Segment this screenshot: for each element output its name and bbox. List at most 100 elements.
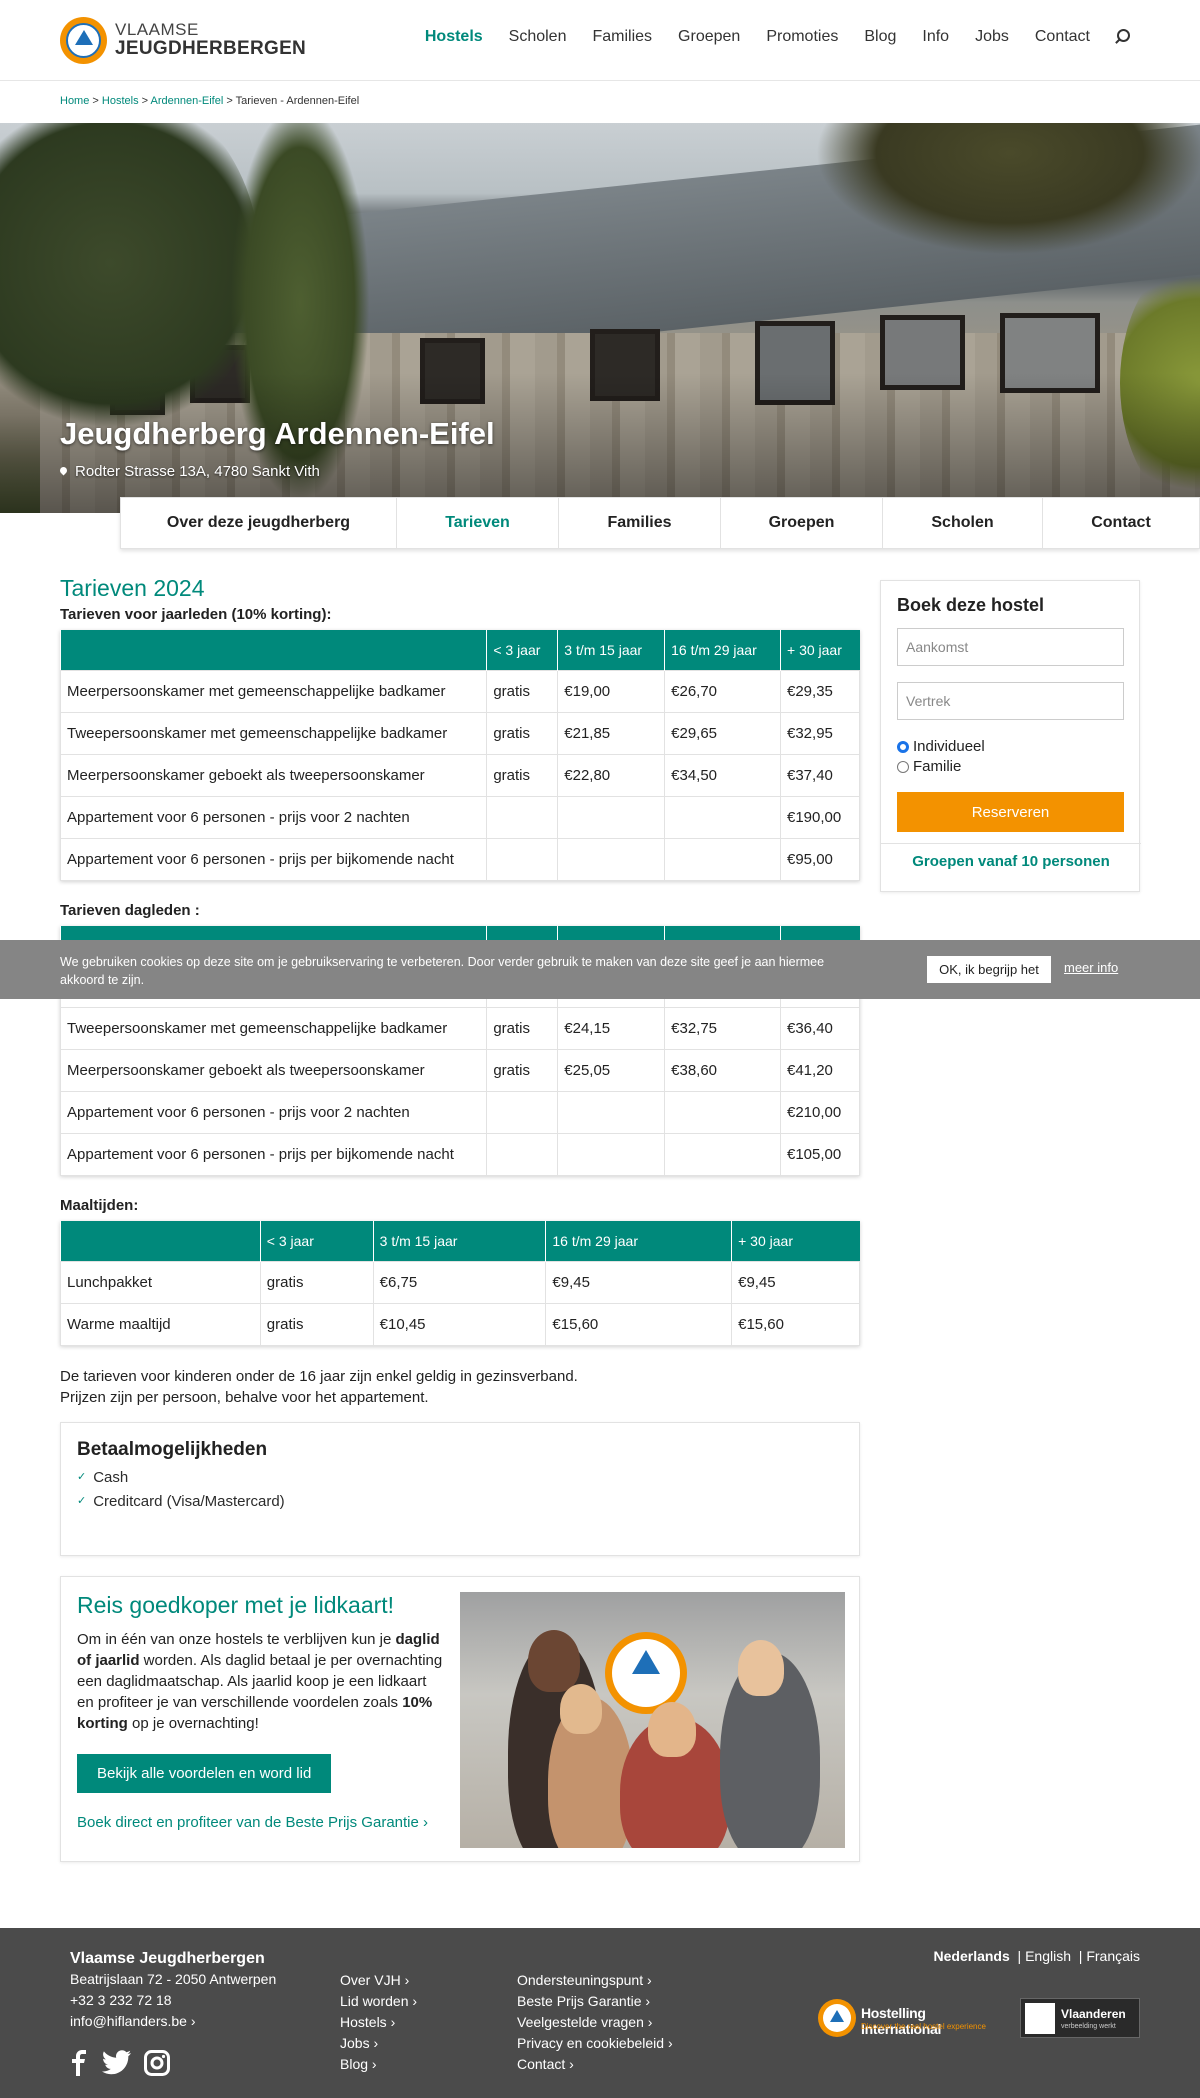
table-cell: €190,00	[780, 795, 860, 839]
table-cell: Appartement voor 6 personen - prijs voor…	[59, 795, 488, 839]
cookie-accept-button[interactable]: OK, ik begrijp het	[927, 956, 1051, 983]
table-cell: €21,85	[557, 711, 666, 755]
table-cell	[486, 837, 559, 881]
table-cell	[486, 795, 559, 839]
vlaanderen-logo[interactable]: Vlaanderen verbeelding werkt	[1020, 1998, 1140, 2038]
breadcrumb-home[interactable]: Home	[60, 95, 89, 107]
footer-email[interactable]: info@hiflanders.be ›	[70, 2011, 276, 2032]
breadcrumb-current: Tarieven - Ardennen-Eifel	[235, 95, 360, 107]
table-cell: €37,40	[780, 753, 860, 797]
tab-contact[interactable]: Contact	[1043, 498, 1199, 548]
breadcrumb: Home > Hostels > Ardennen-Eifel > Tariev…	[60, 95, 360, 107]
day-rate-row: Tweepersoonskamer met gemeenschappelijke…	[59, 1007, 860, 1050]
main-nav: Hostels Scholen Families Groepen Promoti…	[399, 28, 1130, 46]
footer-phone[interactable]: +32 3 232 72 18	[70, 1990, 276, 2011]
reserve-button[interactable]: Reserveren	[897, 792, 1124, 832]
breadcrumb-ardennen[interactable]: Ardennen-Eifel	[151, 95, 224, 107]
members-rates-table: < 3 jaar 3 t/m 15 jaar 16 t/m 29 jaar + …	[59, 630, 860, 881]
day-rates-title: Tarieven dagleden :	[60, 901, 200, 919]
nav-scholen[interactable]: Scholen	[509, 28, 567, 46]
lang-fr[interactable]: Français	[1086, 1948, 1140, 1964]
meal-row: Lunchpakket gratis €6,75 €9,45 €9,45	[60, 1260, 860, 1304]
table-cell: gratis	[486, 711, 559, 755]
table-cell: €29,35	[780, 669, 860, 713]
nav-contact[interactable]: Contact	[1035, 28, 1090, 46]
table-cell	[557, 795, 666, 839]
nav-hostels[interactable]: Hostels	[425, 28, 483, 46]
nav-families[interactable]: Families	[592, 28, 652, 46]
instagram-icon[interactable]	[144, 2050, 170, 2076]
hi-logo-icon	[830, 2010, 844, 2022]
footer-links-col2: Over VJH Lid worden Hostels Jobs Blog	[340, 1970, 417, 2075]
table-cell: €38,60	[664, 1049, 781, 1092]
lion-icon	[1025, 2003, 1055, 2034]
meal-row: Warme maaltijd gratis €10,45 €15,60 €15,60	[60, 1302, 860, 1346]
table-cell: Appartement voor 6 personen - prijs per …	[59, 837, 488, 881]
best-price-link[interactable]: Boek direct en profiteer van de Beste Pr…	[77, 1814, 447, 1831]
logo-triangle-icon	[75, 30, 93, 45]
nav-blog[interactable]: Blog	[864, 28, 896, 46]
table-cell: gratis	[259, 1260, 374, 1304]
tab-groepen[interactable]: Groepen	[721, 498, 883, 548]
groups-link[interactable]: Groepen vanaf 10 personen	[881, 853, 1141, 870]
members-rate-row: Meerpersoonskamer met gemeenschappelijke…	[59, 669, 860, 713]
day-rate-row: Appartement voor 6 personen - prijs voor…	[59, 1091, 860, 1134]
members-rate-row: Appartement voor 6 personen - prijs voor…	[59, 795, 860, 839]
table-cell: €10,45	[372, 1302, 547, 1346]
meals-title: Maaltijden:	[60, 1197, 139, 1214]
table-cell: €95,00	[780, 837, 860, 881]
membership-button[interactable]: Bekijk alle voordelen en word lid	[77, 1753, 332, 1793]
nav-promoties[interactable]: Promoties	[766, 28, 838, 46]
booking-widget: Boek deze hostel Aankomst Vertrek Indivi…	[880, 580, 1141, 892]
tab-families[interactable]: Families	[559, 498, 721, 548]
payment-item: Creditcard (Visa/Mastercard)	[77, 1493, 843, 1510]
site-logo[interactable]: VLAAMSE JEUGDHERBERGEN	[60, 16, 306, 66]
footer-contact: Vlaamse Jeugdherbergen Beatrijslaan 72 -…	[70, 1948, 276, 2032]
promo-title: Reis goedkoper met je lidkaart!	[77, 1591, 395, 1618]
table-cell: €9,45	[545, 1260, 733, 1304]
table-cell: €36,40	[780, 1007, 860, 1050]
search-icon[interactable]	[1114, 29, 1130, 45]
radio-individueel[interactable]: Individueel	[897, 738, 985, 755]
members-rate-row: Meerpersoonskamer geboekt als tweepersoo…	[59, 753, 860, 797]
hostel-title: Jeugdherberg Ardennen-Eifel	[60, 416, 495, 451]
members-rate-row: Appartement voor 6 personen - prijs per …	[59, 837, 860, 881]
radio-familie[interactable]: Familie	[897, 758, 961, 775]
table-cell: €24,15	[557, 1007, 666, 1050]
day-rate-row: Meerpersoonskamer geboekt als tweepersoo…	[59, 1049, 860, 1092]
arrival-input[interactable]: Aankomst	[897, 628, 1124, 666]
hostelling-international-logo[interactable]: Hostelling International Discover the re…	[818, 1998, 1006, 2038]
table-cell: Meerpersoonskamer geboekt als tweepersoo…	[59, 1049, 488, 1092]
hero-image: Jeugdherberg Ardennen-Eifel Rodter Stras…	[0, 123, 1200, 513]
cookie-more-link[interactable]: meer info	[1064, 960, 1118, 975]
table-cell: Lunchpakket	[60, 1260, 261, 1304]
table-cell: gratis	[486, 1007, 559, 1050]
tab-tarieven[interactable]: Tarieven	[397, 498, 559, 548]
table-cell: €34,50	[664, 753, 781, 797]
table-cell: gratis	[486, 1049, 559, 1092]
nav-groepen[interactable]: Groepen	[678, 28, 740, 46]
nav-jobs[interactable]: Jobs	[975, 28, 1009, 46]
lang-nl[interactable]: Nederlands	[934, 1948, 1010, 1964]
site-footer: Vlaamse Jeugdherbergen Beatrijslaan 72 -…	[0, 1928, 1200, 2098]
table-cell	[664, 837, 781, 881]
members-rate-row: Tweepersoonskamer met gemeenschappelijke…	[59, 711, 860, 755]
table-cell: gratis	[486, 669, 559, 713]
table-cell	[557, 837, 666, 881]
tab-over[interactable]: Over deze jeugdherberg	[121, 498, 397, 548]
tab-scholen[interactable]: Scholen	[883, 498, 1043, 548]
members-rates-title: Tarieven voor jaarleden (10% korting):	[60, 606, 332, 623]
footer-address: Beatrijslaan 72 - 2050 Antwerpen	[70, 1971, 277, 1987]
table-cell: €22,80	[557, 753, 666, 797]
departure-input[interactable]: Vertrek	[897, 682, 1124, 720]
facebook-icon[interactable]	[70, 2050, 88, 2076]
table-cell: gratis	[486, 753, 559, 797]
table-cell: Appartement voor 6 personen - prijs per …	[59, 1133, 488, 1176]
lang-en[interactable]: English	[1025, 1948, 1071, 1964]
footer-links-col3: Ondersteuningspunt Beste Prijs Garantie …	[517, 1970, 673, 2075]
nav-info[interactable]: Info	[922, 28, 949, 46]
hi-triangle-icon	[632, 1649, 660, 1674]
twitter-icon[interactable]	[102, 2050, 132, 2076]
breadcrumb-hostels[interactable]: Hostels	[102, 95, 139, 107]
table-cell	[664, 1091, 781, 1134]
